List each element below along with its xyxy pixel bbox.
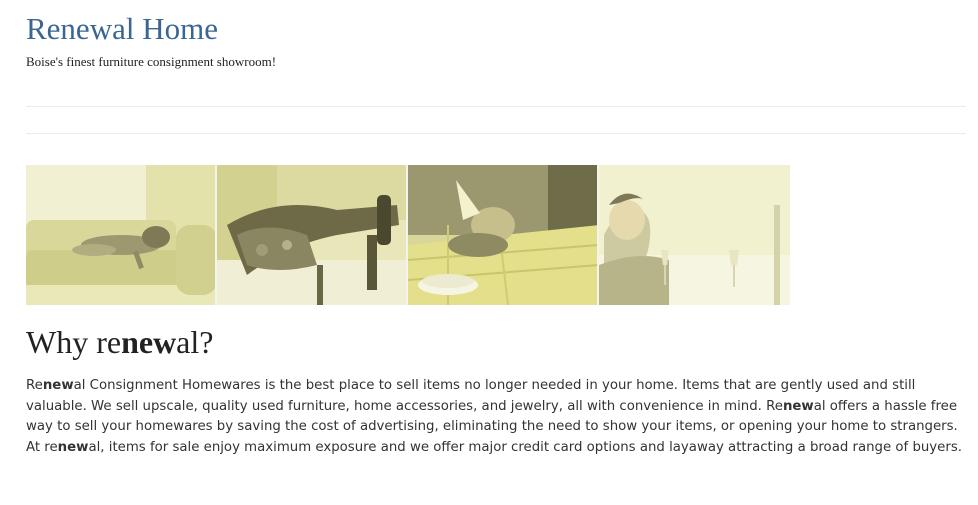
intro-paragraph: Renewal Consignment Homewares is the bes… — [26, 378, 962, 455]
woman-with-wine-glasses-photo — [599, 165, 790, 305]
feet-on-table-photo — [217, 165, 408, 305]
dog-on-sofa-photo — [26, 165, 217, 305]
photo-strip — [26, 165, 790, 305]
site-title[interactable]: Renewal Home — [26, 12, 276, 46]
site-tagline: Boise's finest furniture consignment sho… — [26, 54, 277, 69]
child-asleep-at-table-photo — [408, 165, 599, 305]
site-header: Renewal Home Boise's finest furniture co… — [26, 12, 276, 70]
section-heading: Why renewal? — [26, 324, 214, 360]
divider-bottom — [26, 133, 966, 134]
divider-top — [26, 106, 966, 107]
